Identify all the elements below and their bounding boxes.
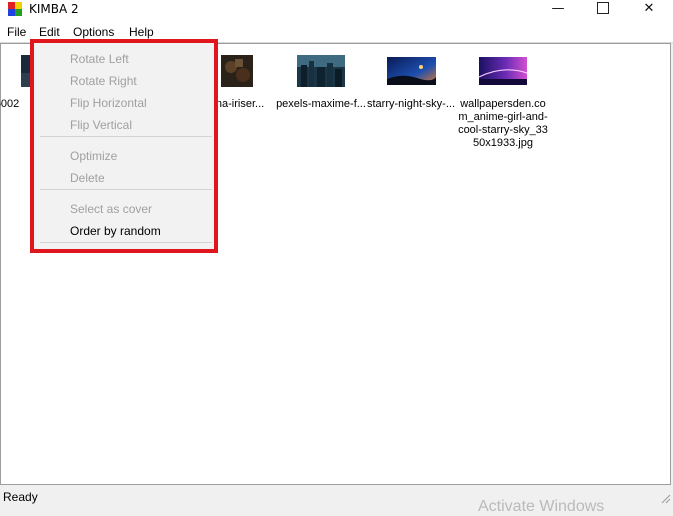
thumbnail-image[interactable] [297,55,345,87]
edit-dropdown-menu: Rotate Left Rotate Right Flip Horizontal… [30,39,218,253]
thumbnail-picture [478,57,528,85]
close-icon: ✕ [643,0,655,16]
menu-separator [40,189,212,190]
menu-help[interactable]: Help [129,25,154,39]
thumbnail-picture [221,55,253,87]
window-title: KIMBA 2 [29,2,79,16]
thumbnail-image[interactable] [221,55,253,87]
menu-item-rotate-left[interactable]: Rotate Left [70,52,129,66]
menu-edit[interactable]: Edit [39,25,60,39]
thumbnail-picture [387,57,436,85]
menu-separator [40,136,212,137]
menu-item-select-as-cover[interactable]: Select as cover [70,202,152,216]
maximize-icon [597,2,609,14]
title-bar: KIMBA 2 — ✕ [0,0,673,22]
thumbnail-label[interactable]: pexels-maxime-f... [273,98,369,111]
menu-options[interactable]: Options [73,25,114,39]
menu-item-flip-horizontal[interactable]: Flip Horizontal [70,96,147,110]
minimize-button[interactable]: — [535,0,581,16]
menu-item-delete[interactable]: Delete [70,171,105,185]
close-button[interactable]: ✕ [626,0,672,16]
resize-grip-icon[interactable] [661,494,671,504]
status-text: Ready [3,490,38,504]
thumbnail-picture [297,55,345,87]
menu-item-flip-vertical[interactable]: Flip Vertical [70,118,132,132]
menu-item-rotate-right[interactable]: Rotate Right [70,74,137,88]
thumbnail-label[interactable]: wallpapersden.co m_anime-girl-and- cool-… [455,98,551,150]
app-icon [8,2,22,16]
thumbnail-image[interactable] [387,57,436,85]
thumbnail-image[interactable] [478,57,528,85]
menu-item-order-by-random[interactable]: Order by random [70,224,161,238]
menu-file[interactable]: File [7,25,26,39]
thumbnail-label[interactable]: starry-night-sky-... [363,98,459,111]
minimize-icon: — [551,0,565,16]
activation-watermark: Activate Windows [478,498,605,515]
maximize-button[interactable] [580,0,626,16]
menu-separator [40,242,212,243]
menu-item-optimize[interactable]: Optimize [70,149,117,163]
